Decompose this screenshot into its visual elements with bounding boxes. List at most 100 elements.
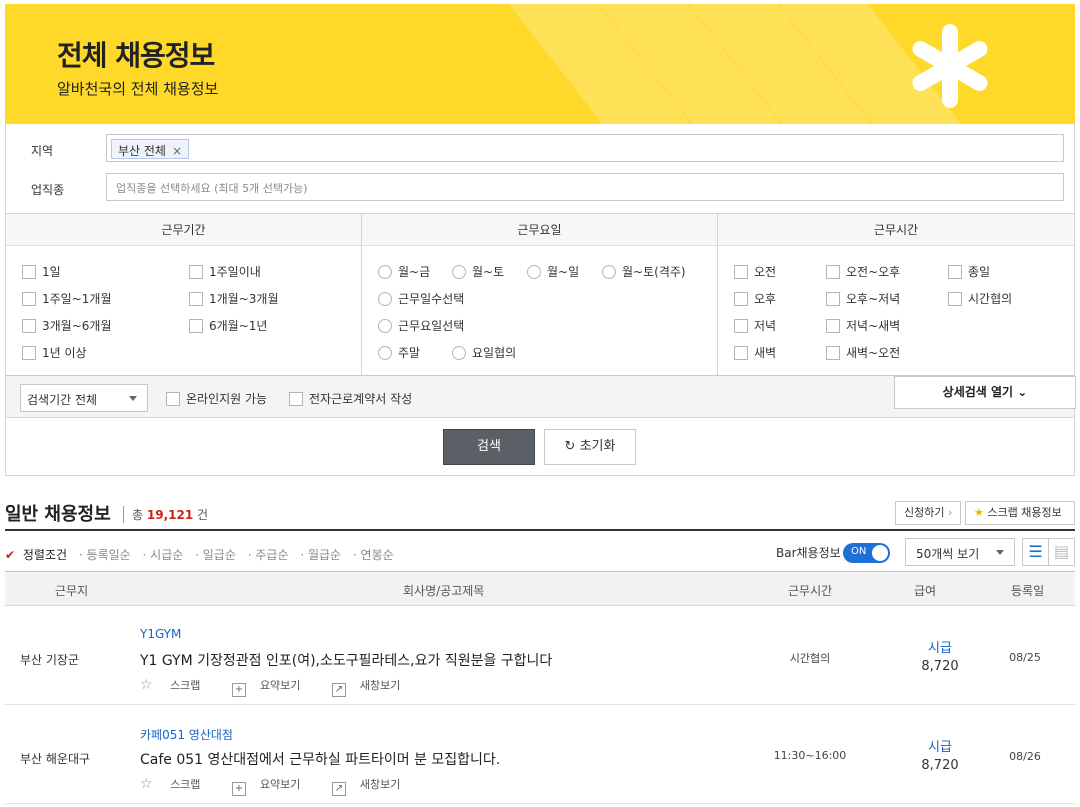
scrap-list-button[interactable]: ★ 스크랩 채용정보 xyxy=(965,501,1075,525)
days-option[interactable]: 월~토(격주) xyxy=(602,263,686,280)
sort-by-daily[interactable]: · 일급순 xyxy=(195,548,240,562)
period-option[interactable]: 3개월~6개월 xyxy=(22,317,112,334)
chip-remove-icon[interactable]: × xyxy=(172,144,182,158)
time-option[interactable]: 새벽~오전 xyxy=(826,344,900,361)
checkbox-icon[interactable] xyxy=(734,265,748,279)
time-option[interactable]: 오전 xyxy=(734,263,776,280)
period-option[interactable]: 6개월~1년 xyxy=(189,317,267,334)
scrap-button[interactable]: ☆ 스크랩 xyxy=(140,776,214,792)
time-option[interactable]: 저녁 xyxy=(734,317,776,334)
time-option[interactable]: 오전~오후 xyxy=(826,263,900,280)
checkbox-icon[interactable] xyxy=(22,265,36,279)
job-row: 업직종 업직종을 선택하세요 (최대 5개 선택가능) xyxy=(6,173,1074,203)
row-date: 08/25 xyxy=(1009,651,1041,664)
radio-icon[interactable] xyxy=(452,265,466,279)
region-input[interactable]: 부산 전체 × xyxy=(106,134,1064,162)
checkbox-icon[interactable] xyxy=(189,319,203,333)
period-head: 근무기간 xyxy=(6,214,361,246)
radio-icon[interactable] xyxy=(378,319,392,333)
days-head: 근무요일 xyxy=(362,214,717,246)
checkbox-icon[interactable] xyxy=(289,392,303,406)
per-page-select[interactable]: 50개씩 보기 xyxy=(905,538,1015,566)
checkbox-icon[interactable] xyxy=(166,392,180,406)
radio-icon[interactable] xyxy=(527,265,541,279)
table-row[interactable]: 부산 해운대구 카페051 영산대점 Cafe 051 영산대점에서 근무하실 … xyxy=(5,706,1075,804)
checkbox-icon[interactable] xyxy=(948,292,962,306)
period-option[interactable]: 1주일이내 xyxy=(189,263,261,280)
days-option[interactable]: 근무요일선택 xyxy=(378,317,464,334)
search-button[interactable]: 검색 xyxy=(443,429,535,465)
sort-criteria-label: ✔ 정렬조건 xyxy=(5,548,68,562)
checkbox-icon[interactable] xyxy=(189,265,203,279)
days-option[interactable]: 월~토 xyxy=(452,263,504,280)
summary-button[interactable]: + 요약보기 xyxy=(231,778,314,796)
radio-icon[interactable] xyxy=(602,265,616,279)
sort-by-date[interactable]: · 등록일순 xyxy=(79,548,135,562)
bar-info-toggle[interactable]: ON xyxy=(843,543,890,563)
sort-by-hourly[interactable]: · 시급순 xyxy=(143,548,188,562)
apply-button[interactable]: 신청하기 › xyxy=(895,501,962,525)
e-contract-option[interactable]: 전자근로계약서 작성 xyxy=(289,390,412,407)
time-option[interactable]: 오후~저녁 xyxy=(826,290,900,307)
time-option[interactable]: 오후 xyxy=(734,290,776,307)
checkbox-icon[interactable] xyxy=(826,319,840,333)
summary-button[interactable]: + 요약보기 xyxy=(231,679,314,697)
sort-by-weekly[interactable]: · 주급순 xyxy=(248,548,293,562)
time-option[interactable]: 시간협의 xyxy=(948,290,1012,307)
row-title[interactable]: Cafe 051 영산대점에서 근무하실 파트타이머 분 모집합니다. xyxy=(140,749,500,769)
radio-icon[interactable] xyxy=(378,265,392,279)
col-location: 근무지 xyxy=(55,584,89,598)
job-input[interactable]: 업직종을 선택하세요 (최대 5개 선택가능) xyxy=(106,173,1064,201)
row-company[interactable]: Y1GYM xyxy=(140,627,181,641)
period-column: 근무기간 1일 1주일이내 1주일~1개월 1개월~3개월 3개월~6개월 6개… xyxy=(6,214,362,376)
sort-by-monthly[interactable]: · 월급순 xyxy=(300,548,345,562)
radio-icon[interactable] xyxy=(378,292,392,306)
checkbox-icon[interactable] xyxy=(189,292,203,306)
radio-icon[interactable] xyxy=(452,346,466,360)
new-window-button[interactable]: ↗ 새창보기 xyxy=(331,679,414,697)
checkbox-icon[interactable] xyxy=(734,319,748,333)
checkbox-icon[interactable] xyxy=(826,346,840,360)
row-title[interactable]: Y1 GYM 기장정관점 인포(여),소도구필라테스,요가 직원분을 구합니다 xyxy=(140,650,552,670)
time-option[interactable]: 종일 xyxy=(948,263,990,280)
chevron-down-icon: ⌄ xyxy=(1017,385,1028,399)
days-option[interactable]: 근무일수선택 xyxy=(378,290,464,307)
period-option[interactable]: 1개월~3개월 xyxy=(189,290,279,307)
grid-view-button[interactable]: ▤ xyxy=(1048,538,1075,566)
list-view-button[interactable]: ☰ xyxy=(1022,538,1049,566)
sort-by-annual[interactable]: · 연봉순 xyxy=(353,548,398,562)
plus-icon: + xyxy=(231,782,246,796)
checkbox-icon[interactable] xyxy=(826,292,840,306)
checkbox-icon[interactable] xyxy=(826,265,840,279)
external-link-icon: ↗ xyxy=(331,782,346,796)
col-date: 등록일 xyxy=(1011,584,1045,598)
checkbox-icon[interactable] xyxy=(22,346,36,360)
bar-info-label: Bar채용정보 xyxy=(776,546,841,560)
checkbox-icon[interactable] xyxy=(734,346,748,360)
reset-button[interactable]: ↻ 초기화 xyxy=(544,429,636,465)
search-filters: 지역 부산 전체 × 업직종 업직종을 선택하세요 (최대 5개 선택가능) 근무… xyxy=(5,124,1076,476)
days-option[interactable]: 월~금 xyxy=(378,263,430,280)
table-row[interactable]: 부산 기장군 Y1GYM Y1 GYM 기장정관점 인포(여),소도구필라테스,… xyxy=(5,607,1075,705)
time-option[interactable]: 새벽 xyxy=(734,344,776,361)
period-option[interactable]: 1주일~1개월 xyxy=(22,290,112,307)
time-option[interactable]: 저녁~새벽 xyxy=(826,317,900,334)
checkbox-icon[interactable] xyxy=(22,319,36,333)
online-apply-option[interactable]: 온라인지원 가능 xyxy=(166,390,267,407)
scrap-button[interactable]: ☆ 스크랩 xyxy=(140,677,214,693)
new-window-button[interactable]: ↗ 새창보기 xyxy=(331,778,414,796)
row-date: 08/26 xyxy=(1009,750,1041,763)
search-period-select[interactable]: 검색기간 전체 xyxy=(20,384,148,412)
period-option[interactable]: 1일 xyxy=(22,263,61,280)
days-option[interactable]: 요일협의 xyxy=(452,344,516,361)
region-label: 지역 xyxy=(31,144,54,158)
advanced-search-button[interactable]: 상세검색 열기 ⌄ xyxy=(894,376,1076,409)
radio-icon[interactable] xyxy=(378,346,392,360)
period-option[interactable]: 1년 이상 xyxy=(22,344,87,361)
checkbox-icon[interactable] xyxy=(948,265,962,279)
days-option[interactable]: 주말 xyxy=(378,344,420,361)
checkbox-icon[interactable] xyxy=(734,292,748,306)
row-company[interactable]: 카페051 영산대점 xyxy=(140,726,233,743)
days-option[interactable]: 월~일 xyxy=(527,263,579,280)
checkbox-icon[interactable] xyxy=(22,292,36,306)
